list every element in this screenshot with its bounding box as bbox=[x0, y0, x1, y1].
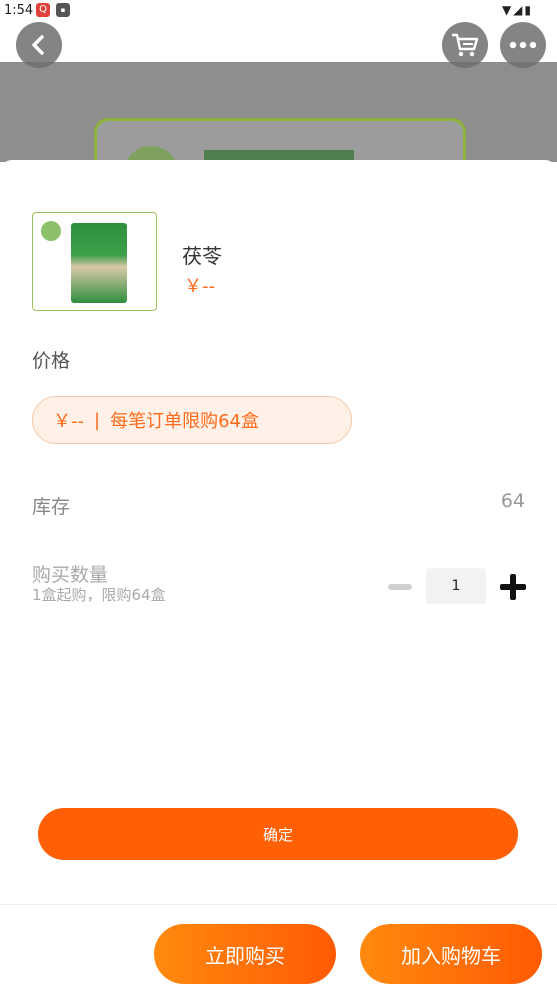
back-button[interactable] bbox=[16, 22, 62, 68]
quantity-input[interactable] bbox=[426, 568, 486, 604]
product-package-image bbox=[71, 223, 127, 303]
confirm-button[interactable]: 确定 bbox=[38, 808, 518, 860]
status-bar: 1:54 Q ▪ ▼◢▮ bbox=[0, 0, 557, 22]
more-button[interactable] bbox=[500, 22, 546, 68]
notification-icon: Q bbox=[36, 3, 50, 17]
buy-now-button[interactable]: 立即购买 bbox=[154, 924, 336, 984]
brand-logo-icon bbox=[41, 221, 61, 241]
quantity-hint: 1盒起购，限购64盒 bbox=[32, 586, 166, 604]
sku-selector-sheet: 茯苓 ￥-- 价格 ￥-- | 每笔订单限购64盒 库存 64 购买数量 1盒起… bbox=[0, 160, 557, 900]
cart-icon bbox=[452, 33, 479, 57]
price-tag-limit: 每笔订单限购64盒 bbox=[110, 411, 259, 432]
price-tag-price: ￥-- bbox=[53, 411, 84, 432]
stock-label: 库存 bbox=[32, 496, 71, 518]
cart-button[interactable] bbox=[442, 22, 488, 68]
app-notification-icon: ▪ bbox=[56, 3, 70, 17]
price-option-tag[interactable]: ￥-- | 每笔订单限购64盒 bbox=[32, 396, 352, 444]
increase-quantity-button[interactable] bbox=[500, 574, 526, 600]
status-time: 1:54 bbox=[4, 3, 34, 18]
product-thumbnail[interactable] bbox=[32, 212, 157, 311]
system-icons: ▼◢▮ bbox=[501, 3, 533, 17]
product-name: 茯苓 bbox=[182, 244, 222, 268]
product-price: ￥-- bbox=[184, 276, 215, 297]
price-label: 价格 bbox=[32, 350, 71, 372]
bottom-bar-divider bbox=[0, 904, 557, 905]
decrease-quantity-button[interactable] bbox=[388, 584, 412, 590]
more-icon bbox=[509, 41, 537, 49]
add-to-cart-button[interactable]: 加入购物车 bbox=[360, 924, 542, 984]
price-tag-separator: | bbox=[94, 409, 101, 431]
stock-value: 64 bbox=[500, 490, 525, 512]
chevron-left-icon bbox=[32, 35, 44, 55]
quantity-label: 购买数量 bbox=[32, 564, 109, 586]
